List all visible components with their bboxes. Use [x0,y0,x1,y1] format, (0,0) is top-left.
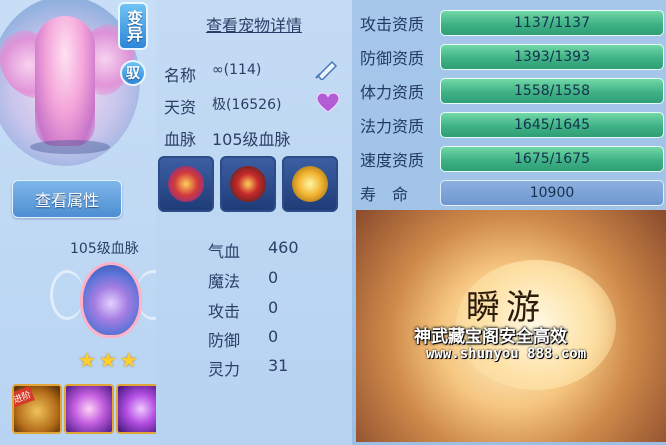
skill-advanced-tag: 进阶 [14,386,35,408]
name-value: ∞(114) [212,62,262,78]
quality-label: 攻击资质 [360,15,425,34]
stat-label: 气血 [208,242,241,261]
quality-row-magic: 法力资质 1645/1645 [360,112,664,138]
quality-label: 法力资质 [360,117,425,136]
star-icon: ★ [119,348,138,372]
edit-name-icon[interactable] [314,58,340,80]
tame-badge[interactable]: 驭 [120,60,146,86]
stat-row-mp: 魔法 0 [208,268,278,292]
quality-label: 体力资质 [360,83,425,102]
stat-value: 31 [268,356,289,375]
pet-portrait-panel: 变异 驭 查看属性 105级血脉 ★ ★ ★ 进阶 [0,0,170,445]
view-pet-details-link[interactable]: 查看宠物详情 [206,12,302,36]
equipment-slot-armor[interactable] [220,156,276,212]
stat-row-defense: 防御 0 [208,327,278,351]
name-row: 名称 ∞(114) [164,62,261,86]
view-attributes-button[interactable]: 查看属性 [12,180,122,218]
quality-row-attack: 攻击资质 1137/1137 [360,10,664,36]
skill-slot-1[interactable]: 进阶 [12,384,62,434]
mutation-badge: 变异 [118,2,148,50]
quality-bar: 1675/1675 [440,146,664,172]
stat-value: 0 [268,327,279,346]
equipment-slot-amulet[interactable] [282,156,338,212]
quality-bar: 1558/1558 [440,78,664,104]
quality-label: 防御资质 [360,49,425,68]
stat-row-spirit: 灵力 31 [208,356,288,380]
life-row: 寿 命 10900 [360,180,664,206]
quality-bar: 1393/1393 [440,44,664,70]
quality-label: 速度资质 [360,151,425,170]
stat-value: 460 [268,238,299,257]
pet-shadow [30,140,110,154]
quality-bar: 1645/1645 [440,112,664,138]
armor-item-icon [230,166,266,202]
aptitude-value: 极(16526) [212,97,282,113]
ad-slogan: 神武藏宝阁安全高效 [414,327,567,347]
stat-label: 魔法 [208,272,241,291]
stat-row-attack: 攻击 0 [208,298,278,322]
quality-bar: 1137/1137 [440,10,664,36]
life-bar: 10900 [440,180,664,206]
quality-row-speed: 速度资质 1675/1675 [360,146,664,172]
star-icon: ★ [78,348,96,372]
quality-row-stamina: 体力资质 1558/1558 [360,78,664,104]
equipment-slot-collar[interactable] [158,156,214,212]
star-icon: ★ [98,348,117,372]
stat-row-hp: 气血 460 [208,238,299,262]
stat-value: 0 [268,298,279,317]
stat-label: 防御 [208,331,241,350]
bloodline-label: 血脉 [164,130,197,149]
bloodline-title: 105级血脉 [70,241,139,257]
ad-url: www.shunyou 888.com [426,346,587,362]
life-label: 寿 命 [360,185,409,204]
egg-wing-left [50,270,84,320]
name-label: 名称 [164,66,197,85]
bloodline-value: 105级血脉 [212,130,291,149]
bloodline-egg-icon[interactable] [80,262,142,338]
quality-row-defense: 防御资质 1393/1393 [360,44,664,70]
stat-label: 灵力 [208,360,241,379]
aptitude-label: 天资 [164,98,197,117]
aptitude-row: 天资 极(16526) [164,94,281,118]
bloodline-stars: ★ ★ ★ [78,350,138,370]
pet-info-panel: 查看宠物详情 名称 ∞(114) 天资 极(16526) 血脉 105级血脉 气… [156,0,352,445]
amulet-item-icon [292,166,328,202]
quality-panel: 攻击资质 1137/1137 防御资质 1393/1393 体力资质 1558/… [352,0,666,445]
watermark-ad-image: 瞬游 神武藏宝阁安全高效 www.shunyou 888.com [356,210,666,442]
heart-icon[interactable] [316,92,340,114]
stat-value: 0 [268,268,279,287]
bloodline-row: 血脉 105级血脉 [164,126,291,150]
skill-slot-2[interactable] [64,384,114,434]
pet-image [35,16,95,146]
collar-item-icon [168,166,204,202]
stat-label: 攻击 [208,302,241,321]
